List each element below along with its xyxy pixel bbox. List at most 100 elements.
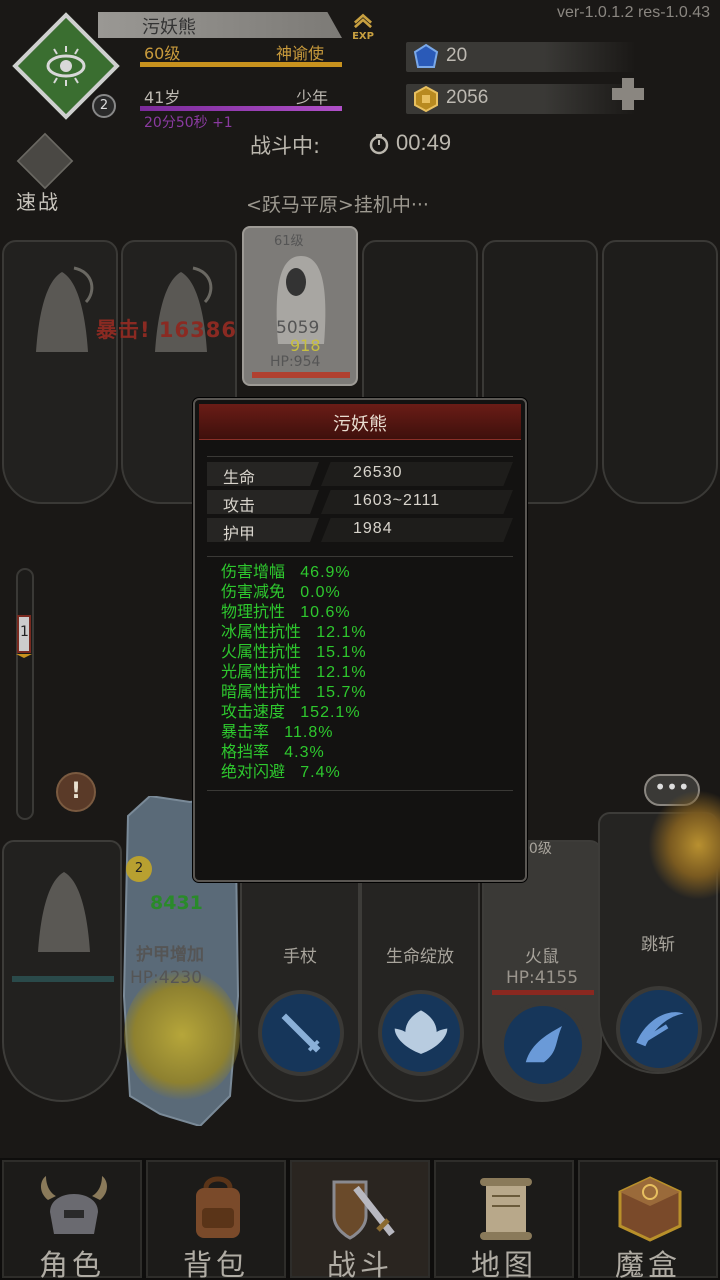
rat-skill-orb[interactable] [500, 1002, 586, 1088]
stat-label: 伤害减免 [221, 582, 286, 601]
alert-button[interactable]: ! [56, 772, 96, 812]
stat-value: 26530 [353, 464, 403, 481]
stat-row-fire-res: 火属性抗性 15.1% [221, 642, 367, 663]
stat-label: 火属性抗性 [221, 642, 302, 661]
stat-label: 光属性抗性 [221, 662, 302, 681]
stat-label: 护甲 [223, 524, 256, 543]
heal-glow-effect [124, 970, 240, 1100]
tab-battle-label: 战斗 [326, 1248, 393, 1280]
stat-label: 冰属性抗性 [221, 622, 302, 641]
reaper-icon [155, 266, 213, 352]
slash-icon [636, 1012, 684, 1047]
stat-value: 152.1% [300, 704, 361, 721]
gem-count: 20 [446, 45, 468, 66]
staff-skill-orb[interactable] [258, 990, 344, 1076]
slash-skill-orb[interactable] [616, 986, 702, 1072]
stat-value: 46.9% [300, 564, 351, 581]
helmet-icon [41, 1176, 107, 1234]
blue-gem-icon [413, 43, 439, 68]
stat-value: 15.1% [316, 644, 367, 661]
stat-value: 15.7% [316, 684, 367, 701]
stats-popup[interactable]: 污妖熊 生命 26530 攻击 1603~2111 护甲 1984 伤害增幅 4… [193, 398, 527, 882]
tab-character-label: 角色 [38, 1248, 105, 1280]
eye-icon [46, 46, 86, 86]
stat-row-dark-res: 暗属性抗性 15.7% [221, 682, 367, 703]
age-timer: 20分50秒 +1 [144, 115, 233, 131]
enemy-hp-bar [252, 372, 350, 378]
tab-backpack[interactable]: 背包 [146, 1160, 286, 1280]
reaper-icon [36, 266, 94, 352]
tab-backpack-label: 背包 [182, 1248, 249, 1280]
rat-hero-hp: HP:4155 [505, 968, 579, 988]
ice-hero-badge: 2 [126, 856, 152, 882]
tab-character[interactable]: 角色 [2, 1160, 142, 1280]
bloom-skill-orb[interactable] [378, 990, 464, 1076]
leaf-icon [394, 1010, 448, 1054]
stat-label: 攻击速度 [221, 702, 286, 721]
player-age: 41岁 [144, 88, 181, 107]
scroll-map-icon [480, 1178, 532, 1240]
player-level: 60级 [144, 44, 181, 63]
version-label: ver-1.0.1.2 res-1.0.43 [557, 4, 710, 21]
gauge-value: 1 [20, 624, 29, 640]
stat-value: 1984 [353, 520, 393, 537]
sword-icon [281, 1013, 321, 1053]
stat-label: 生命 [223, 468, 256, 487]
sword-shield-icon [332, 1180, 395, 1240]
stat-label: 绝对闪避 [221, 762, 286, 781]
enemy-slot-6[interactable] [602, 240, 718, 504]
player-name: 污妖熊 [142, 17, 196, 38]
stat-row-damage-boost: 伤害增幅 46.9% [221, 562, 351, 583]
stat-row-physical-res: 物理抗性 10.6% [221, 602, 351, 623]
staff-skill-name: 手杖 [283, 947, 317, 967]
stat-row-ice-res: 冰属性抗性 12.1% [221, 622, 367, 643]
stat-row-attack-speed: 攻击速度 152.1% [221, 702, 361, 723]
age-progress-bar [140, 106, 342, 111]
battle-timer: 00:49 [396, 130, 452, 155]
enemy-hp: HP:954 [270, 354, 321, 370]
stat-label: 攻击 [223, 496, 256, 515]
idle-zone-label: <跃马平原>挂机中··· [246, 194, 429, 216]
battle-status: 战斗中: [250, 134, 321, 158]
bottom-nav: 角色 背包 战斗 地图 魔盒 [0, 1158, 720, 1280]
enemy-slot-1[interactable] [2, 240, 118, 504]
enemy-energy-number: 918 [290, 336, 321, 355]
stat-value: 11.8% [284, 724, 334, 741]
stat-row-damage-reduction: 伤害减免 0.0% [221, 582, 341, 603]
ice-hero-hp: HP:4230 [130, 968, 203, 988]
slash-skill-name: 跳斩 [641, 935, 675, 955]
player-age-stage: 少年 [296, 88, 329, 107]
divider [207, 556, 513, 557]
ice-hero-skill: 护甲增加 [136, 945, 204, 965]
enemy-card-target[interactable]: 61级 HP:954 [242, 226, 358, 386]
tab-map[interactable]: 地图 [434, 1160, 574, 1280]
stat-row-light-res: 光属性抗性 12.1% [221, 662, 367, 683]
tab-map-label: 地图 [470, 1248, 537, 1280]
gold-coin-icon [414, 85, 438, 113]
stat-row-attack: 攻击 1603~2111 [207, 490, 513, 515]
hero-1-bar [12, 976, 114, 982]
rat-hero-name: 火鼠 [525, 947, 559, 967]
divider [207, 456, 513, 457]
enemy-damage-number: 5059 [276, 318, 320, 338]
stat-value: 4.3% [284, 744, 325, 761]
crit-damage-text: 暴击! 16386 [96, 318, 237, 342]
gold-counter: 2056 [406, 84, 636, 114]
wave-gauge [16, 568, 34, 820]
stat-value: 12.1% [316, 624, 367, 641]
stat-row-armor: 护甲 1984 [207, 518, 513, 543]
backpack-icon [196, 1176, 240, 1238]
add-resource-button[interactable] [608, 74, 648, 114]
tab-magic-box[interactable]: 魔盒 [578, 1160, 718, 1280]
quick-battle-button[interactable]: 速战 [12, 132, 78, 214]
fire-orb-icon [525, 1025, 563, 1063]
gem-counter: 20 [406, 42, 636, 72]
stat-value: 7.4% [300, 764, 341, 781]
emblem-level-badge: 2 [92, 94, 116, 118]
rat-hero-hp-bar [492, 990, 594, 995]
gauge-marker: 1 [12, 610, 36, 658]
hero-slot-1[interactable] [2, 840, 122, 1102]
player-class-title: 神谕使 [276, 44, 325, 63]
tab-battle[interactable]: 战斗 [290, 1160, 430, 1280]
stats-popup-title: 污妖熊 [333, 414, 387, 435]
